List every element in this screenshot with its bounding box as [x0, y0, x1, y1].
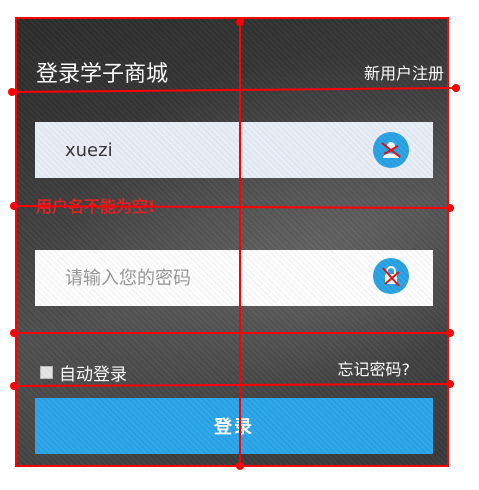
- annotation-line-4: [13, 383, 451, 387]
- annotation-point: [236, 18, 244, 26]
- annotation-point: [10, 329, 18, 337]
- annotation-point: [452, 84, 460, 92]
- annotation-point: [446, 380, 454, 388]
- annotation-point: [236, 462, 244, 470]
- annotation-point: [10, 382, 18, 390]
- annotation-frame: [15, 17, 449, 467]
- annotation-line-2: [13, 205, 451, 209]
- annotation-point: [8, 88, 16, 96]
- annotation-point: [446, 329, 454, 337]
- annotation-point: [10, 202, 18, 210]
- annotation-point: [446, 204, 454, 212]
- annotation-overlay: [8, 17, 460, 470]
- annotation-line-1: [11, 87, 457, 93]
